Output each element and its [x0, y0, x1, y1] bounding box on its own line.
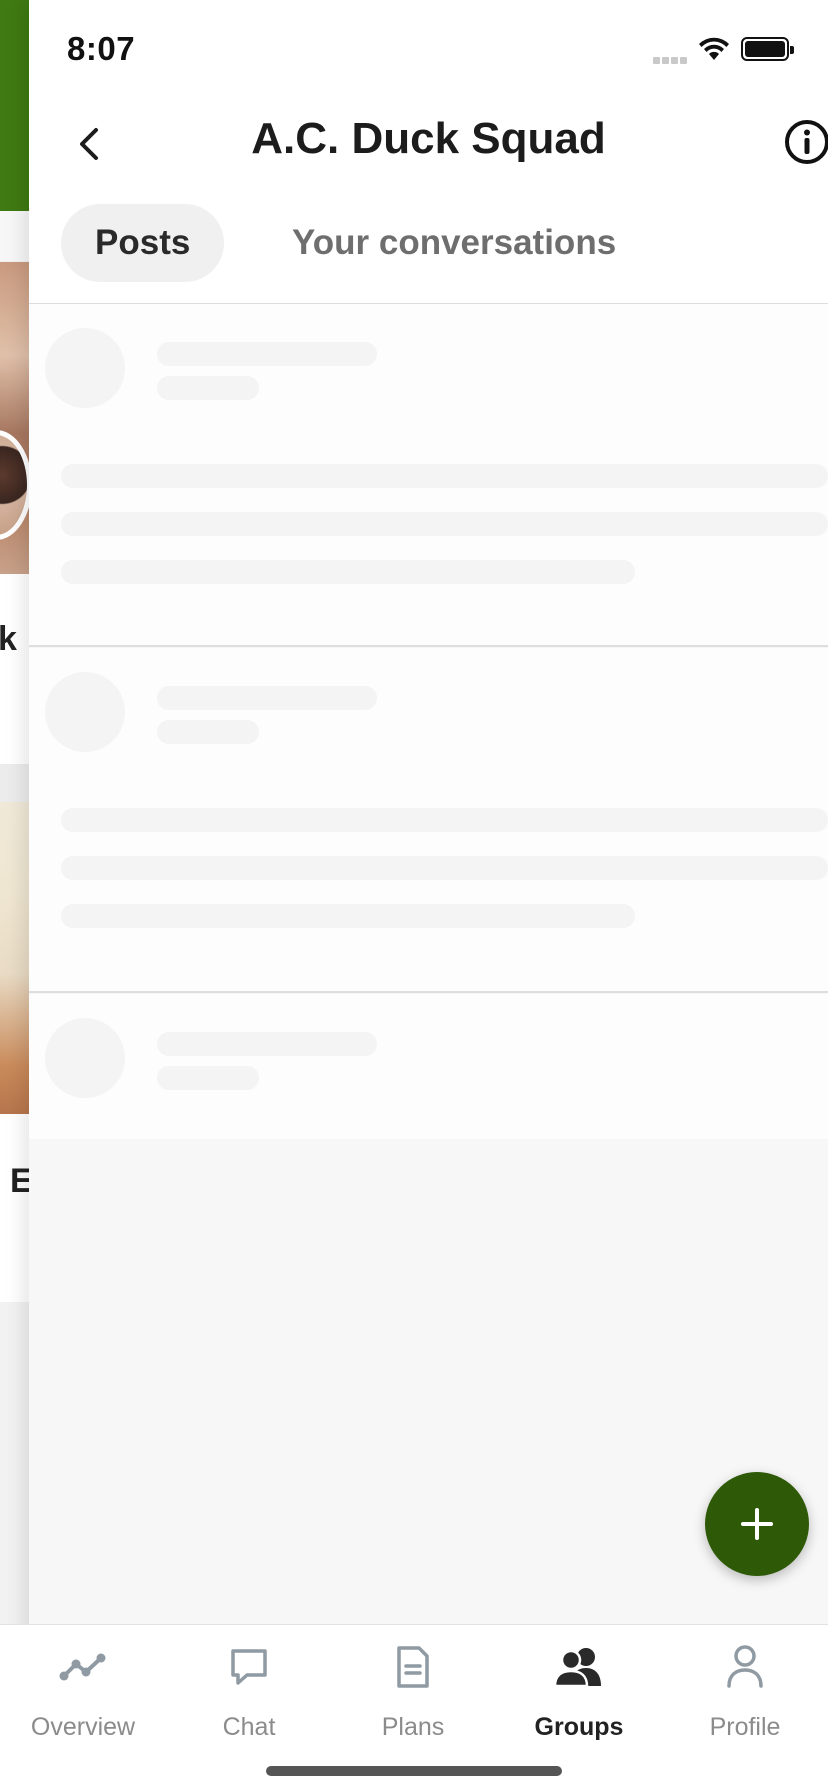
- skeleton-avatar: [45, 328, 125, 408]
- tab-bar: Posts Your conversations: [29, 204, 828, 304]
- document-icon: [397, 1646, 429, 1688]
- cellular-signal-icon: [653, 51, 691, 64]
- chat-bubble-icon: [231, 1649, 267, 1685]
- skeleton-line: [61, 808, 828, 832]
- post-skeleton: [29, 994, 828, 1139]
- plus-icon: [741, 1508, 773, 1540]
- bottom-nav-label: Profile: [709, 1713, 781, 1741]
- tab-posts[interactable]: Posts: [61, 204, 225, 282]
- info-button[interactable]: [783, 118, 828, 170]
- status-bar: 8:07: [29, 0, 828, 96]
- skeleton-line: [157, 1066, 259, 1090]
- tab-your-conversations[interactable]: Your conversations: [272, 204, 636, 282]
- group-screen: 8:07 A.C. Duck Squad Posts Your conversa…: [29, 0, 828, 1792]
- person-icon: [727, 1645, 763, 1688]
- skeleton-line: [61, 560, 635, 584]
- skeleton-line: [61, 904, 635, 928]
- background-card-title-fragment: k: [0, 620, 17, 658]
- skeleton-avatar: [45, 672, 125, 752]
- bottom-nav-label: Chat: [222, 1713, 276, 1741]
- home-indicator[interactable]: [266, 1766, 562, 1776]
- skeleton-avatar: [45, 1018, 125, 1098]
- chevron-left-icon: [80, 128, 98, 160]
- skeleton-line: [61, 512, 828, 536]
- info-icon: [785, 120, 828, 164]
- battery-icon: [741, 37, 794, 61]
- bottom-nav-plans[interactable]: Plans: [338, 1643, 488, 1742]
- skeleton-line: [61, 464, 828, 488]
- bottom-nav-label: Overview: [30, 1713, 136, 1741]
- bottom-nav-label: Groups: [534, 1713, 624, 1741]
- post-skeleton: [29, 648, 828, 993]
- skeleton-line: [157, 1032, 377, 1056]
- status-time: 8:07: [67, 30, 136, 67]
- skeleton-line: [61, 856, 828, 880]
- bottom-nav-label: Plans: [381, 1713, 445, 1741]
- back-button[interactable]: [61, 116, 117, 172]
- page-title: A.C. Duck Squad: [251, 114, 606, 163]
- bottom-nav-groups[interactable]: Groups: [504, 1643, 654, 1742]
- groups-icon: [553, 1648, 601, 1688]
- skeleton-line: [157, 686, 377, 710]
- skeleton-line: [157, 342, 377, 366]
- wifi-icon: [699, 37, 729, 60]
- post-skeleton: [29, 304, 828, 647]
- bottom-nav-chat[interactable]: Chat: [174, 1643, 324, 1742]
- new-post-button[interactable]: [705, 1472, 809, 1576]
- bottom-nav-overview[interactable]: Overview: [8, 1643, 158, 1742]
- skeleton-line: [157, 376, 259, 400]
- bottom-nav-profile[interactable]: Profile: [670, 1643, 820, 1742]
- nav-bar: A.C. Duck Squad: [29, 96, 828, 204]
- skeleton-line: [157, 720, 259, 744]
- overview-icon: [59, 1653, 106, 1681]
